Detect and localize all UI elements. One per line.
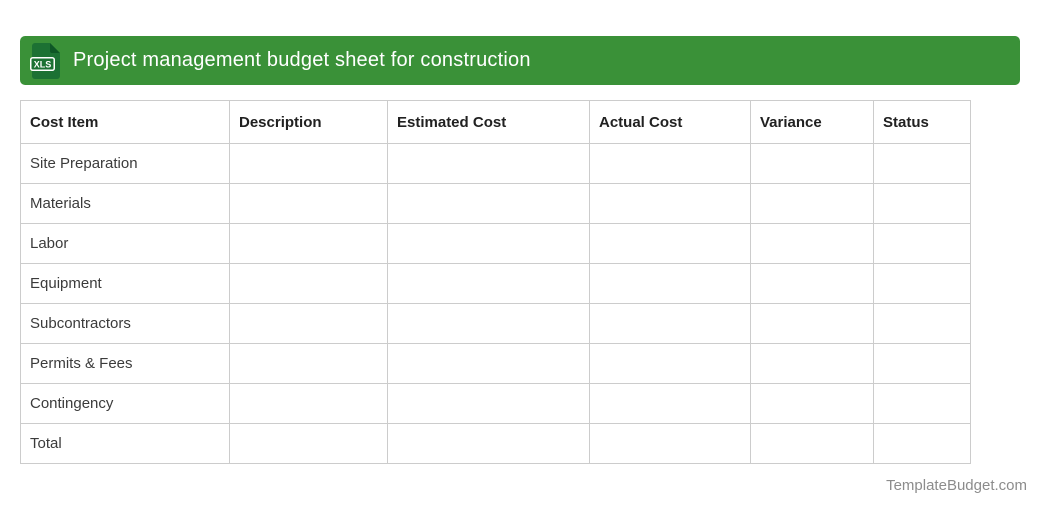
- column-header-estimated-cost: Estimated Cost: [387, 100, 590, 144]
- table-row: Labor: [20, 223, 971, 264]
- empty-cell: [387, 183, 590, 224]
- empty-cell: [387, 223, 590, 264]
- empty-cell: [873, 423, 971, 464]
- empty-cell: [229, 343, 388, 384]
- cost-item-cell: Subcontractors: [20, 303, 230, 344]
- empty-cell: [873, 143, 971, 184]
- empty-cell: [589, 343, 751, 384]
- table-row: Contingency: [20, 383, 971, 424]
- xls-file-icon: XLS: [30, 42, 60, 79]
- cost-item-cell: Materials: [20, 183, 230, 224]
- empty-cell: [873, 263, 971, 304]
- column-header-variance: Variance: [750, 100, 874, 144]
- empty-cell: [387, 143, 590, 184]
- cost-item-cell: Total: [20, 423, 230, 464]
- budget-table: Cost Item Description Estimated Cost Act…: [20, 100, 971, 464]
- table-row: Materials: [20, 183, 971, 224]
- empty-cell: [387, 423, 590, 464]
- cost-item-cell: Site Preparation: [20, 143, 230, 184]
- empty-cell: [750, 143, 874, 184]
- table-row: Equipment: [20, 263, 971, 304]
- empty-cell: [387, 263, 590, 304]
- empty-cell: [229, 263, 388, 304]
- footer-site-label: TemplateBudget.com: [886, 477, 1027, 494]
- empty-cell: [873, 303, 971, 344]
- empty-cell: [229, 423, 388, 464]
- table-row: Subcontractors: [20, 303, 971, 344]
- cost-item-cell: Equipment: [20, 263, 230, 304]
- empty-cell: [750, 343, 874, 384]
- xls-icon-label: XLS: [34, 59, 52, 69]
- empty-cell: [589, 383, 751, 424]
- table-row: Site Preparation: [20, 143, 971, 184]
- column-header-actual-cost: Actual Cost: [589, 100, 751, 144]
- empty-cell: [229, 303, 388, 344]
- empty-cell: [750, 303, 874, 344]
- empty-cell: [589, 223, 751, 264]
- empty-cell: [750, 383, 874, 424]
- empty-cell: [229, 143, 388, 184]
- empty-cell: [750, 223, 874, 264]
- empty-cell: [750, 263, 874, 304]
- empty-cell: [589, 183, 751, 224]
- column-header-cost-item: Cost Item: [20, 100, 230, 144]
- cost-item-cell: Labor: [20, 223, 230, 264]
- empty-cell: [750, 183, 874, 224]
- empty-cell: [589, 143, 751, 184]
- empty-cell: [589, 303, 751, 344]
- empty-cell: [387, 303, 590, 344]
- empty-cell: [387, 343, 590, 384]
- header-bar: XLS Project management budget sheet for …: [20, 36, 1020, 85]
- empty-cell: [873, 383, 971, 424]
- page-title: Project management budget sheet for cons…: [73, 49, 531, 71]
- table-row: Total: [20, 423, 971, 464]
- empty-cell: [229, 183, 388, 224]
- empty-cell: [229, 223, 388, 264]
- page: XLS Project management budget sheet for …: [0, 0, 1040, 520]
- empty-cell: [873, 183, 971, 224]
- column-header-description: Description: [229, 100, 388, 144]
- empty-cell: [229, 383, 388, 424]
- table-header-row: Cost Item Description Estimated Cost Act…: [20, 100, 971, 144]
- cost-item-cell: Permits & Fees: [20, 343, 230, 384]
- empty-cell: [873, 343, 971, 384]
- empty-cell: [589, 423, 751, 464]
- empty-cell: [387, 383, 590, 424]
- column-header-status: Status: [873, 100, 971, 144]
- table-row: Permits & Fees: [20, 343, 971, 384]
- empty-cell: [750, 423, 874, 464]
- empty-cell: [589, 263, 751, 304]
- empty-cell: [873, 223, 971, 264]
- cost-item-cell: Contingency: [20, 383, 230, 424]
